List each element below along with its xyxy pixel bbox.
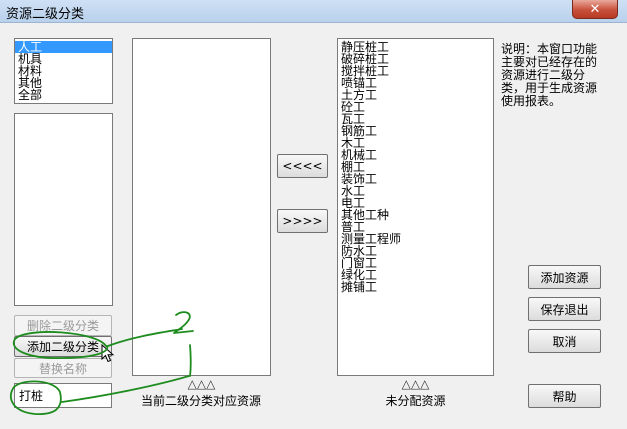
close-button[interactable]: ✕ (572, 0, 618, 19)
unassigned-resources-caption: 未分配资源 (385, 394, 446, 408)
title-bar (0, 0, 627, 23)
current-resources-caption: 当前二级分类对应资源 (140, 394, 261, 408)
save-exit-button[interactable]: 保存退出 (528, 297, 601, 321)
sub-category-list[interactable] (14, 113, 113, 306)
move-right-button[interactable]: >>>> (277, 209, 328, 233)
delete-sub-category-button[interactable]: 删除二级分类 (14, 315, 112, 336)
add-sub-category-button[interactable]: 添加二级分类 (14, 336, 112, 357)
current-resources-arrows: △△△ (187, 377, 216, 391)
sub-category-name-input[interactable] (14, 383, 112, 408)
unassigned-resources-arrows: △△△ (401, 377, 430, 391)
list-item[interactable]: 摊铺工 (338, 281, 493, 293)
unassigned-resources-list[interactable]: 静压桩工 破碎桩工 搅拌桩工 喷锚工 土方工 砼工 瓦工 钢筋工 木工 机械工 棚工 装饰工 水工 电工其… (337, 38, 494, 376)
help-button[interactable]: 帮助 (528, 384, 601, 408)
mouse-cursor-icon (101, 344, 115, 363)
close-icon: ✕ (589, 1, 601, 17)
description-text: 说明：本窗口功能主要对已经存在的资源进行二级分类，用于生成资源使用报表。 (501, 42, 598, 108)
move-left-button[interactable]: <<<< (277, 154, 328, 178)
cancel-button[interactable]: 取消 (528, 329, 601, 353)
current-resources-list[interactable] (132, 38, 271, 376)
category-list[interactable]: 人工 机具 材料 其他 全部 (14, 38, 113, 104)
window-title: 资源二级分类 (6, 7, 85, 22)
list-item[interactable]: 全部 (15, 89, 112, 101)
rename-button[interactable]: 替换名称 (14, 358, 112, 378)
add-resource-button[interactable]: 添加资源 (528, 265, 601, 289)
